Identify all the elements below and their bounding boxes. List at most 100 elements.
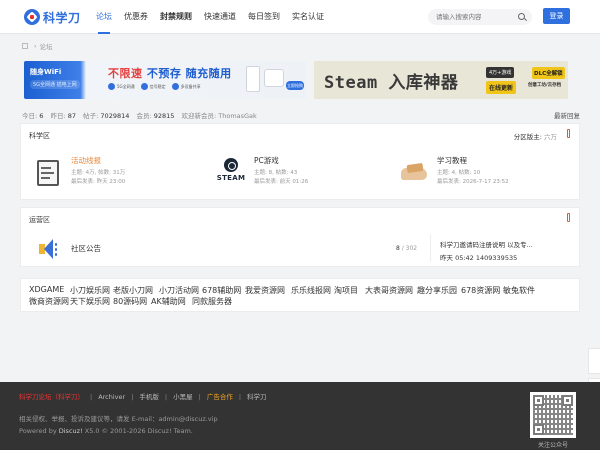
footer-link-ads[interactable]: 广告合作: [207, 393, 233, 401]
friend-link[interactable]: 天下娱乐网: [70, 296, 110, 307]
moderator-name[interactable]: 六万: [544, 133, 557, 141]
wifi-banner-headline: 不限速 不预存 随充随用: [108, 65, 232, 81]
steam-ad-banner[interactable]: Steam 入库神器 4万+游戏 在线更新 DLC全解锁 创意工坊/云存档: [314, 61, 568, 99]
friend-link[interactable]: 80源码网: [113, 296, 147, 307]
friend-link[interactable]: 淘项目: [334, 285, 358, 296]
nav-ban-rules[interactable]: 封禁规则: [154, 0, 198, 34]
footer-link-blacklist[interactable]: 小黑屋: [173, 393, 193, 401]
friend-link[interactable]: 乐乐线报网: [291, 285, 331, 296]
forum-last-time[interactable]: 昨天 05:42 1409339535: [440, 252, 517, 262]
forum-item[interactable]: 社区公告: [33, 228, 433, 268]
site-footer: 科学刀论坛（科学刀） | Archiver | 手机版 | 小黑屋 | 广告合作 | 科学刀 相关侵…: [0, 382, 600, 450]
logo-mark-icon: [24, 9, 40, 25]
wifi-feature-label: 多设备共享: [180, 83, 201, 89]
forum-last-thread[interactable]: 科学刀邀请码注册说明 以及专...: [440, 239, 533, 249]
friend-link[interactable]: 老版小刀网: [113, 285, 153, 296]
forum-meta: 主题: 4万, 帖数: 31万: [71, 170, 126, 176]
post-count: 302: [405, 245, 418, 252]
nav-coupons[interactable]: 优惠券: [118, 0, 154, 34]
divider: [430, 234, 431, 262]
wifi-ad-banner[interactable]: 随身WiFi 5G全网通 插电上网 不限速 不预存 随充随用 5G全网通 信号稳…: [24, 61, 306, 99]
forum-thread-count: 8 / 302: [396, 245, 417, 252]
steam-banner-tag: 在线更新: [486, 81, 517, 94]
search-icon[interactable]: [518, 13, 525, 20]
forum-last-post[interactable]: 最后发表: 前天 01:26: [254, 177, 308, 185]
friend-link[interactable]: AK辅助网: [151, 296, 186, 307]
friend-link[interactable]: XDGAME: [29, 285, 64, 294]
friend-link[interactable]: 大表哥资源网: [365, 285, 413, 296]
forum-stats: 今日: 6 昨日: 87 帖子: 7029814 会员: 92815 欢迎新会员…: [22, 110, 257, 120]
wifi-feature: 5G全网通: [108, 83, 135, 90]
wifi-banner-brand: 随身WiFi: [30, 68, 62, 76]
steam-icon-text: STEAM: [216, 174, 246, 182]
forum-last-post[interactable]: 最后发表: 2026-7-17 23:52: [437, 177, 509, 185]
friend-link[interactable]: 微商资源网: [29, 296, 69, 307]
nav-quick-access[interactable]: 快速通道: [198, 0, 242, 34]
links-row-2: 微商资源网 天下娱乐网 80源码网 AK辅助网 同款服务器: [29, 296, 575, 307]
welcome-new-member[interactable]: 欢迎新会员: ThomasGak: [182, 112, 257, 120]
collapse-toggle-icon[interactable]: [567, 129, 570, 138]
speaker-icon: [33, 234, 63, 264]
nav-verification[interactable]: 实名认证: [286, 0, 330, 34]
friend-link[interactable]: 我爱资源网: [245, 285, 285, 296]
collapse-toggle-icon[interactable]: [567, 213, 570, 222]
wifi-feature-label: 5G全网通: [117, 83, 135, 89]
wifi-device-image: [246, 66, 260, 92]
learning-icon: [399, 158, 429, 188]
stat-posts-label: 帖子:: [83, 112, 99, 120]
steam-banner-headline: Steam 入库神器: [324, 73, 459, 93]
section-science: 科学区 分区版主: 六万 活动线报 主题: 4万, 帖数: 31万 最后发表: …: [20, 123, 580, 200]
footer-links: 科学刀论坛（科学刀） | Archiver | 手机版 | 小黑屋 | 广告合作 | 科学刀: [19, 393, 267, 401]
wechat-qr-code: [530, 392, 576, 438]
footer-link-home[interactable]: 科学刀论坛（科学刀）: [19, 393, 84, 401]
forum-item[interactable]: STEAM PC游戏 主题: 8, 帖数: 43 最后发表: 前天 01:26: [216, 152, 396, 192]
section-title[interactable]: 运营区: [29, 215, 50, 225]
steam-banner-tag: DLC全解锁: [532, 67, 565, 79]
friend-link[interactable]: 678辅助网: [202, 285, 241, 296]
footer-link-site[interactable]: 科学刀: [247, 393, 267, 401]
steam-banner-tag: 创意工坊/云存档: [528, 83, 562, 88]
breadcrumb-current[interactable]: 论坛: [40, 41, 53, 51]
moderator-label: 分区版主:: [513, 133, 542, 141]
forum-name[interactable]: 社区公告: [71, 243, 101, 254]
site-logo[interactable]: 科学刀: [24, 8, 84, 26]
forum-meta: 主题: 8, 帖数: 43: [254, 170, 298, 176]
search-box: [428, 9, 532, 25]
nav-forum[interactable]: 论坛: [90, 0, 118, 34]
side-float-button[interactable]: [588, 348, 600, 374]
nav-daily-checkin[interactable]: 每日签到: [242, 0, 286, 34]
search-input[interactable]: [428, 9, 512, 25]
friend-link[interactable]: 敏兔软件: [503, 285, 535, 296]
forum-item[interactable]: 活动线报 主题: 4万, 帖数: 31万 最后发表: 昨天 23:00: [33, 152, 213, 192]
forum-last-post[interactable]: 最后发表: 昨天 23:00: [71, 177, 125, 185]
friend-link[interactable]: 小刀活动网: [159, 285, 199, 296]
powered-prefix: Powered by: [19, 427, 59, 435]
friend-link[interactable]: 趣分享乐园: [417, 285, 457, 296]
footer-link-archiver[interactable]: Archiver: [98, 393, 125, 401]
footer-contact: 相关侵权、举报、投诉及建议等，请发 E-mail：admin@discuz.vi…: [19, 415, 218, 423]
breadcrumb-separator: ›: [34, 42, 37, 50]
breadcrumb: › 论坛: [22, 41, 53, 51]
forum-name[interactable]: PC游戏: [254, 155, 279, 166]
document-icon: [33, 158, 63, 188]
friend-link[interactable]: 同款服务器: [192, 296, 232, 307]
section-title[interactable]: 科学区: [29, 131, 50, 141]
stat-yesterday-label: 昨日:: [50, 112, 66, 120]
forum-name[interactable]: 学习教程: [437, 155, 467, 166]
friend-link[interactable]: 678资源网: [461, 285, 500, 296]
forum-name[interactable]: 活动线报: [71, 155, 101, 166]
stat-members: 92815: [153, 112, 175, 120]
friend-link[interactable]: 小刀娱乐网: [70, 285, 110, 296]
qr-label: 关注公众号: [537, 442, 568, 449]
forum-item[interactable]: 学习教程 主题: 4, 帖数: 10 最后发表: 2026-7-17 23:52: [399, 152, 579, 192]
powered-link[interactable]: Discuz!: [59, 427, 83, 435]
wifi-buy-button[interactable]: 立即抢购: [286, 81, 304, 90]
home-icon[interactable]: [22, 43, 28, 49]
footer-link-mobile[interactable]: 手机版: [139, 393, 159, 401]
latest-replies-link[interactable]: 最新回复: [554, 110, 580, 120]
stat-today: 6: [39, 112, 44, 120]
steam-banner-tag: 4万+游戏: [486, 67, 515, 78]
login-button[interactable]: 登录: [543, 8, 570, 24]
feature-icon: [171, 83, 179, 90]
stat-today-label: 今日:: [22, 112, 38, 120]
